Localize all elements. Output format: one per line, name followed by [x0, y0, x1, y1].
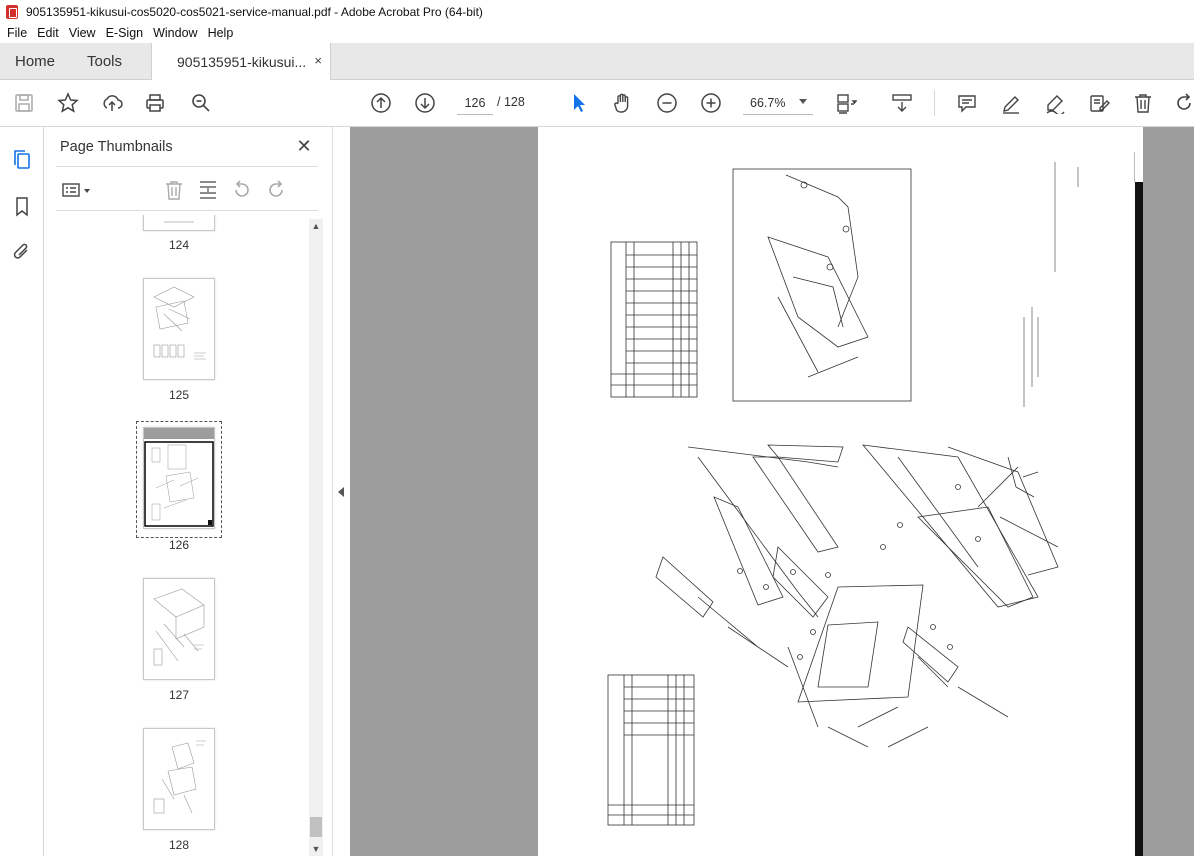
hand-icon[interactable]	[611, 91, 635, 115]
thumbnail-page-124[interactable]	[143, 215, 215, 231]
exploded-assembly-drawing	[607, 162, 1079, 826]
scroll-down-icon[interactable]: ▼	[309, 842, 323, 856]
tab-close-icon[interactable]: ×	[314, 53, 322, 68]
chevron-down-icon	[799, 99, 807, 104]
zoom-out-icon[interactable]	[655, 91, 679, 115]
bookmark-icon[interactable]	[9, 193, 35, 219]
star-icon[interactable]	[56, 91, 80, 115]
select-arrow-icon[interactable]	[567, 91, 591, 115]
delete-icon[interactable]	[1131, 91, 1155, 115]
thumbnail-label: 125	[168, 388, 190, 402]
print-icon[interactable]	[143, 91, 167, 115]
rotate-icon[interactable]	[1172, 91, 1194, 115]
upload-icon[interactable]	[100, 91, 124, 115]
thumbnail-label: 127	[168, 688, 190, 702]
window-title: 905135951-kikusui-cos5020-cos5021-servic…	[26, 4, 483, 19]
tab-bar: Home Tools 905135951-kikusui... ×	[0, 43, 1194, 80]
menu-file[interactable]: File	[2, 26, 32, 40]
thumbnail-scrollbar[interactable]: ▲ ▼	[309, 219, 323, 856]
scroll-up-icon[interactable]: ▲	[309, 219, 323, 233]
scrollbar-thumb[interactable]	[310, 817, 322, 837]
thumbnail-label: 126	[168, 538, 190, 552]
page-thumbnails-icon[interactable]	[9, 147, 35, 173]
document-viewer[interactable]	[350, 127, 1194, 856]
menu-bar: File Edit View E-Sign Window Help	[0, 23, 1194, 43]
page-number-input[interactable]	[457, 91, 493, 115]
sign-icon[interactable]	[1043, 91, 1067, 115]
panel-title: Page Thumbnails	[60, 139, 173, 155]
insert-page-icon[interactable]	[196, 178, 220, 202]
thumbnail-toolbar	[56, 175, 318, 205]
highlight-icon[interactable]	[999, 91, 1023, 115]
tab-tools[interactable]: Tools	[87, 43, 122, 80]
edit-pdf-icon[interactable]	[1087, 91, 1111, 115]
navigation-rail	[0, 127, 44, 856]
pdf-page	[538, 127, 1143, 856]
scroll-mode-icon[interactable]	[890, 91, 914, 115]
thumbnail-list: 124 125 126 127 128	[56, 215, 318, 856]
menu-view[interactable]: View	[64, 26, 101, 40]
thumbnail-options-icon[interactable]	[60, 178, 94, 202]
close-icon[interactable]: ✕	[294, 136, 314, 156]
zoom-dropdown[interactable]: 66.7%	[743, 91, 813, 115]
save-icon[interactable]	[12, 91, 36, 115]
menu-window[interactable]: Window	[148, 26, 202, 40]
title-bar: 905135951-kikusui-cos5020-cos5021-servic…	[0, 0, 1194, 23]
page-down-icon[interactable]	[413, 91, 437, 115]
page-up-icon[interactable]	[369, 91, 393, 115]
page-total: / 128	[497, 95, 525, 109]
attachment-icon[interactable]	[9, 239, 35, 265]
menu-edit[interactable]: Edit	[32, 26, 64, 40]
rotate-left-icon[interactable]	[230, 178, 254, 202]
zoom-value: 66.7%	[750, 95, 786, 110]
thumbnail-page-126[interactable]	[143, 427, 215, 529]
zoom-in-icon[interactable]	[699, 91, 723, 115]
tab-home[interactable]: Home	[15, 43, 55, 80]
delete-page-icon[interactable]	[162, 178, 186, 202]
page-edge-shadow	[1135, 182, 1143, 856]
comment-icon[interactable]	[955, 91, 979, 115]
zoom-search-icon[interactable]	[189, 91, 213, 115]
tab-document[interactable]: 905135951-kikusui... ×	[151, 43, 331, 80]
thumbnail-page-125[interactable]	[143, 278, 215, 380]
acrobat-icon	[6, 4, 18, 19]
thumbnail-page-127[interactable]	[143, 578, 215, 680]
thumbnail-label: 124	[168, 238, 190, 252]
tab-document-label: 905135951-kikusui...	[177, 53, 307, 70]
thumbnail-page-128[interactable]	[143, 728, 215, 830]
thumbnail-label: 128	[168, 838, 190, 852]
thumbnails-panel: Page Thumbnails ✕ 124 125 126 127 128	[44, 127, 332, 856]
rotate-right-icon[interactable]	[264, 178, 288, 202]
menu-help[interactable]: Help	[203, 26, 239, 40]
chevron-left-icon	[338, 487, 344, 497]
menu-esign[interactable]: E-Sign	[101, 26, 149, 40]
collapse-panel-button[interactable]	[332, 127, 350, 856]
toolbar: / 128 66.7%	[0, 80, 1194, 127]
fit-page-icon[interactable]	[834, 91, 858, 115]
